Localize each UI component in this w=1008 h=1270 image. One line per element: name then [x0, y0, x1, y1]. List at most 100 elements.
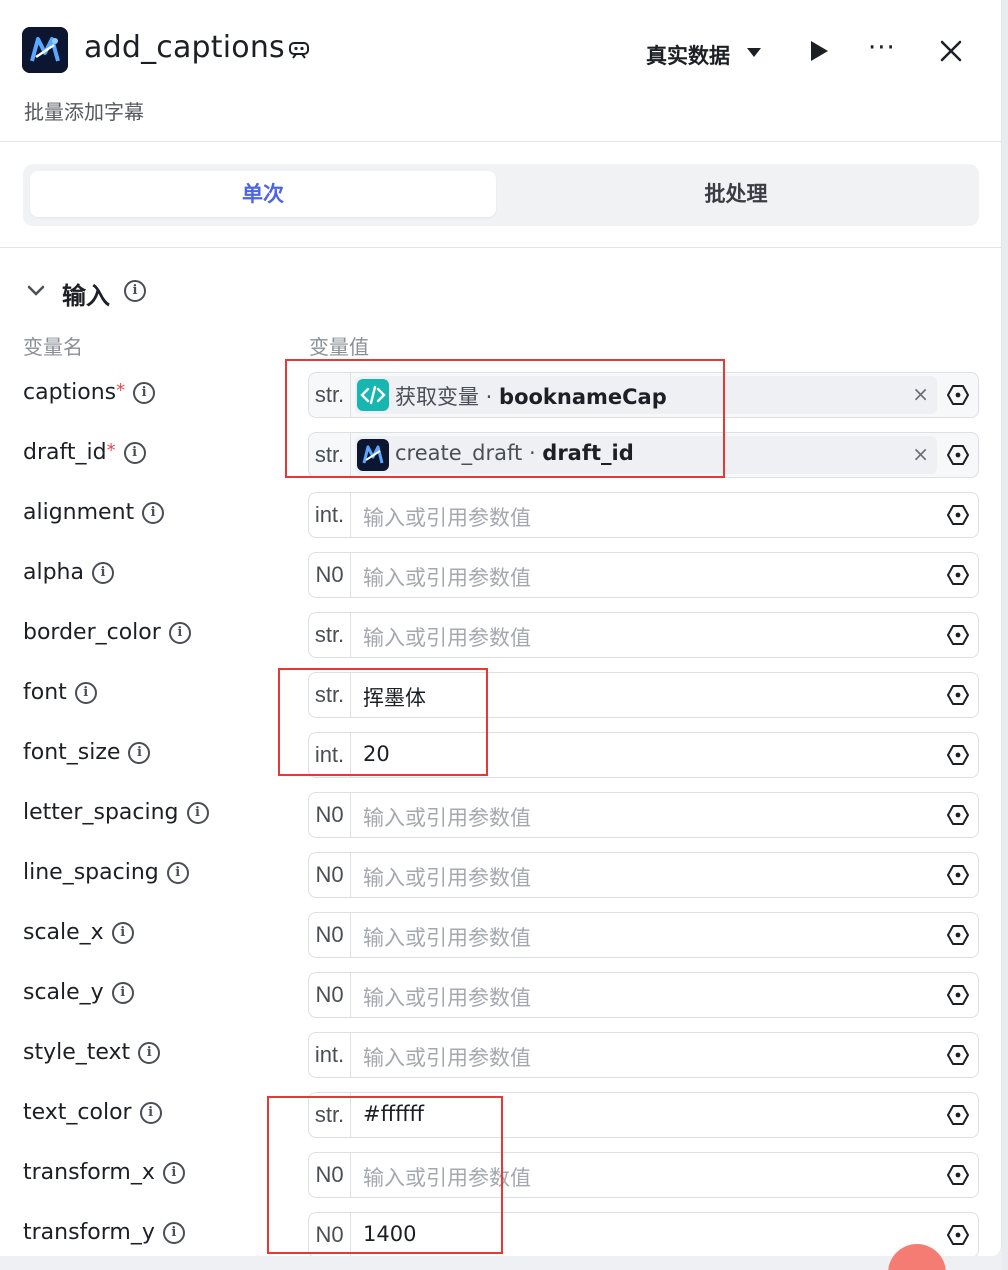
- app-logo-icon: [22, 27, 68, 73]
- info-icon[interactable]: i: [111, 982, 134, 1004]
- param-row-border_color: border_color i str. 输入或引用参数值: [0, 612, 1001, 658]
- info-icon[interactable]: i: [186, 802, 209, 824]
- param-name: transform_x i: [23, 1160, 185, 1185]
- type-tag: int.: [309, 493, 351, 537]
- reference-chip[interactable]: 获取变量 · bookname​Cap ×: [355, 376, 937, 414]
- tab-single[interactable]: 单次: [30, 171, 496, 217]
- reference-variable-icon[interactable]: [946, 623, 970, 647]
- param-value-field[interactable]: N0 输入或引用参数值: [308, 1152, 979, 1198]
- type-tag: int.: [309, 733, 351, 777]
- param-value-field[interactable]: N0 输入或引用参数值: [308, 912, 979, 958]
- param-name-text: letter_spacing: [23, 800, 179, 825]
- data-mode-dropdown[interactable]: 真实数据: [646, 40, 730, 70]
- param-placeholder: 输入或引用参数值: [363, 1046, 531, 1070]
- param-placeholder: 输入或引用参数值: [363, 986, 531, 1010]
- type-tag: N0: [309, 853, 351, 897]
- param-value-field[interactable]: int. 输入或引用参数值: [308, 1032, 979, 1078]
- reference-variable-icon[interactable]: [946, 1223, 970, 1247]
- param-row-scale_y: scale_y i N0 输入或引用参数值: [0, 972, 1001, 1018]
- clear-icon[interactable]: ×: [912, 442, 929, 466]
- param-name: draft_id* i: [23, 440, 146, 465]
- info-icon[interactable]: i: [128, 742, 151, 764]
- info-icon[interactable]: i: [166, 862, 189, 884]
- reference-variable-icon[interactable]: [946, 383, 970, 407]
- info-icon[interactable]: i: [74, 682, 97, 704]
- panel-header: add_captions 批量添加字幕 真实数据 ···: [0, 0, 1001, 142]
- info-icon[interactable]: i: [133, 382, 156, 404]
- type-tag: str.: [309, 673, 351, 717]
- param-row-alpha: alpha i N0 输入或引用参数值: [0, 552, 1001, 598]
- reference-variable-icon[interactable]: [946, 1043, 970, 1067]
- param-value-field[interactable]: str. 挥墨体: [308, 672, 979, 718]
- reference-variable-icon[interactable]: [946, 863, 970, 887]
- reference-variable-icon[interactable]: [946, 1103, 970, 1127]
- more-options-icon[interactable]: ···: [868, 35, 896, 61]
- type-tag: str.: [309, 1093, 351, 1137]
- param-value-field[interactable]: N0 输入或引用参数值: [308, 552, 979, 598]
- reference-variable-icon[interactable]: [946, 443, 970, 467]
- param-row-captions: captions* i str. 获取变量 · bookname​Cap ×: [0, 372, 1001, 418]
- debug-icon[interactable]: [288, 40, 310, 60]
- info-icon[interactable]: i: [91, 562, 114, 584]
- info-icon[interactable]: i: [138, 1042, 161, 1064]
- param-name-text: alignment: [23, 500, 135, 525]
- reference-variable-icon[interactable]: [946, 1163, 970, 1187]
- code-icon: [357, 379, 389, 411]
- param-value-field[interactable]: int. 输入或引用参数值: [308, 492, 979, 538]
- reference-variable-icon[interactable]: [946, 923, 970, 947]
- type-tag: N0: [309, 1213, 351, 1256]
- info-icon[interactable]: i: [123, 442, 146, 464]
- param-value-field[interactable]: int. 20: [308, 732, 979, 778]
- param-name: captions* i: [23, 380, 156, 405]
- param-row-style_text: style_text i int. 输入或引用参数值: [0, 1032, 1001, 1078]
- info-icon[interactable]: i: [162, 1162, 185, 1184]
- param-value-field[interactable]: str. 获取变量 · bookname​Cap ×: [308, 372, 979, 418]
- param-value-field[interactable]: N0 1400: [308, 1212, 979, 1256]
- param-name-text: draft_id: [23, 440, 107, 465]
- param-name: border_color i: [23, 620, 191, 645]
- param-value-field[interactable]: str. #ffffff: [308, 1092, 979, 1138]
- param-value-field[interactable]: str. 输入或引用参数值: [308, 612, 979, 658]
- param-value-field[interactable]: N0 输入或引用参数值: [308, 972, 979, 1018]
- param-name-text: transform_x: [23, 1160, 155, 1185]
- info-icon[interactable]: i: [124, 280, 146, 302]
- param-value-field[interactable]: N0 输入或引用参数值: [308, 852, 979, 898]
- window-edge: [1002, 0, 1008, 1270]
- reference-chip[interactable]: create_draft · draft_id ×: [355, 436, 937, 474]
- reference-text: 获取变量 · bookname​Cap: [395, 381, 667, 411]
- play-icon[interactable]: [808, 40, 830, 62]
- param-name: alignment i: [23, 500, 165, 525]
- param-row-transform_y: transform_y i N0 1400: [0, 1212, 1001, 1256]
- info-icon[interactable]: i: [168, 622, 191, 644]
- param-name: text_color i: [23, 1100, 162, 1125]
- close-icon[interactable]: [940, 40, 962, 62]
- param-row-text_color: text_color i str. #ffffff: [0, 1092, 1001, 1138]
- run-mode-tabs-area: 单次 批处理: [0, 142, 1001, 248]
- param-name-text: alpha: [23, 560, 84, 585]
- info-icon[interactable]: i: [111, 922, 134, 944]
- param-name-text: line_spacing: [23, 860, 159, 885]
- info-icon[interactable]: i: [162, 1222, 185, 1244]
- reference-variable-icon[interactable]: [946, 503, 970, 527]
- param-value-field[interactable]: str. create_draft · draft_id ×: [308, 432, 979, 478]
- tab-batch[interactable]: 批处理: [503, 171, 969, 217]
- column-header-name: 变量名: [23, 335, 83, 359]
- reference-variable-icon[interactable]: [946, 983, 970, 1007]
- type-tag: int.: [309, 1033, 351, 1077]
- reference-variable-icon[interactable]: [946, 683, 970, 707]
- info-icon[interactable]: i: [142, 502, 165, 524]
- reference-variable-icon[interactable]: [946, 563, 970, 587]
- caret-down-icon[interactable]: [747, 48, 761, 57]
- column-header-value: 变量值: [309, 335, 369, 359]
- info-icon[interactable]: i: [139, 1102, 162, 1124]
- param-value: 挥墨体: [363, 686, 426, 710]
- type-tag: str.: [309, 373, 351, 417]
- param-row-line_spacing: line_spacing i N0 输入或引用参数值: [0, 852, 1001, 898]
- param-value-field[interactable]: N0 输入或引用参数值: [308, 792, 979, 838]
- param-name-text: style_text: [23, 1040, 131, 1065]
- chevron-down-icon[interactable]: [26, 284, 46, 298]
- clear-icon[interactable]: ×: [912, 382, 929, 406]
- type-tag: str.: [309, 613, 351, 657]
- reference-variable-icon[interactable]: [946, 803, 970, 827]
- reference-variable-icon[interactable]: [946, 743, 970, 767]
